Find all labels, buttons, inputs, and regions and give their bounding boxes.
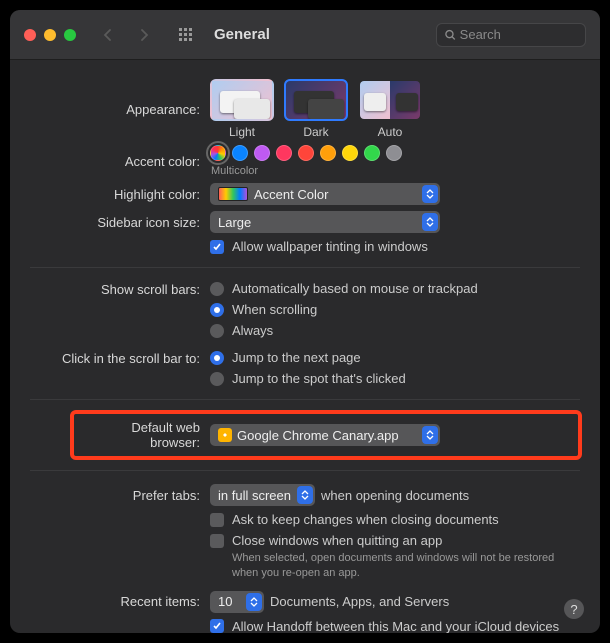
- content: Appearance: Light Dark Auto: [10, 60, 600, 633]
- highlight-swatch-icon: [218, 187, 248, 201]
- default-browser-select[interactable]: Google Chrome Canary.app: [210, 424, 440, 446]
- sidebar-size-label: Sidebar icon size:: [10, 215, 210, 230]
- back-button[interactable]: [94, 23, 122, 47]
- search-icon: [445, 29, 456, 41]
- show-all-button[interactable]: [172, 23, 200, 47]
- handoff-checkbox[interactable]: Allow Handoff between this Mac and your …: [210, 619, 559, 633]
- wallpaper-tint-checkbox[interactable]: Allow wallpaper tinting in windows: [210, 239, 428, 254]
- recent-items-label: Recent items:: [10, 594, 210, 609]
- close-windows-note: When selected, open documents and window…: [232, 551, 562, 581]
- minimize-window-button[interactable]: [44, 29, 56, 41]
- chevron-up-down-icon: [246, 593, 262, 611]
- scrollclick-label: Click in the scroll bar to:: [10, 350, 210, 366]
- accent-blue[interactable]: [232, 145, 248, 161]
- default-browser-label: Default web browser:: [82, 420, 210, 450]
- ask-keep-changes-checkbox[interactable]: Ask to keep changes when closing documen…: [210, 512, 499, 527]
- highlight-label: Highlight color:: [10, 187, 210, 202]
- appearance-options: Light Dark Auto: [210, 79, 422, 139]
- preferences-window: General Appearance: Light Dark: [10, 10, 600, 633]
- chevron-up-down-icon: [422, 213, 438, 231]
- accent-label: Accent color:: [10, 154, 210, 169]
- recent-items-suffix: Documents, Apps, and Servers: [270, 594, 449, 609]
- search-input[interactable]: [460, 27, 577, 42]
- accent-yellow[interactable]: [342, 145, 358, 161]
- window-title: General: [214, 26, 270, 43]
- forward-button[interactable]: [130, 23, 158, 47]
- titlebar: General: [10, 10, 600, 60]
- search-field[interactable]: [436, 23, 586, 47]
- scrollbars-radio-group: Automatically based on mouse or trackpad…: [210, 281, 478, 338]
- accent-pink[interactable]: [276, 145, 292, 161]
- scrollbars-auto[interactable]: Automatically based on mouse or trackpad: [210, 281, 478, 296]
- sidebar-size-select[interactable]: Large: [210, 211, 440, 233]
- close-windows-checkbox[interactable]: Close windows when quitting an app: [210, 533, 442, 548]
- accent-purple[interactable]: [254, 145, 270, 161]
- accent-red[interactable]: [298, 145, 314, 161]
- accent-color-options: [210, 145, 402, 161]
- scrollclick-next-page[interactable]: Jump to the next page: [210, 350, 406, 365]
- accent-multicolor[interactable]: [210, 145, 226, 161]
- scrollclick-spot[interactable]: Jump to the spot that's clicked: [210, 371, 406, 386]
- chevron-up-down-icon: [422, 426, 438, 444]
- chrome-canary-icon: [218, 428, 232, 442]
- zoom-window-button[interactable]: [64, 29, 76, 41]
- chevron-up-down-icon: [297, 486, 313, 504]
- prefer-tabs-select[interactable]: in full screen: [210, 484, 315, 506]
- accent-caption: Multicolor: [211, 165, 258, 177]
- prefer-tabs-label: Prefer tabs:: [10, 488, 210, 503]
- highlight-color-select[interactable]: Accent Color: [210, 183, 440, 205]
- appearance-light[interactable]: Light: [210, 79, 274, 139]
- appearance-dark[interactable]: Dark: [284, 79, 348, 139]
- prefer-tabs-suffix: when opening documents: [321, 488, 469, 503]
- scrollclick-radio-group: Jump to the next page Jump to the spot t…: [210, 350, 406, 386]
- scrollbars-when-scrolling[interactable]: When scrolling: [210, 302, 478, 317]
- recent-items-select[interactable]: 10: [210, 591, 264, 613]
- accent-orange[interactable]: [320, 145, 336, 161]
- scrollbars-label: Show scroll bars:: [10, 281, 210, 297]
- appearance-auto[interactable]: Auto: [358, 79, 422, 139]
- accent-green[interactable]: [364, 145, 380, 161]
- default-browser-highlight: Default web browser: Google Chrome Canar…: [70, 410, 582, 460]
- scrollbars-always[interactable]: Always: [210, 323, 478, 338]
- close-window-button[interactable]: [24, 29, 36, 41]
- window-controls: [24, 29, 76, 41]
- accent-graphite[interactable]: [386, 145, 402, 161]
- help-button[interactable]: ?: [564, 599, 584, 619]
- appearance-label: Appearance:: [10, 102, 210, 139]
- chevron-up-down-icon: [422, 185, 438, 203]
